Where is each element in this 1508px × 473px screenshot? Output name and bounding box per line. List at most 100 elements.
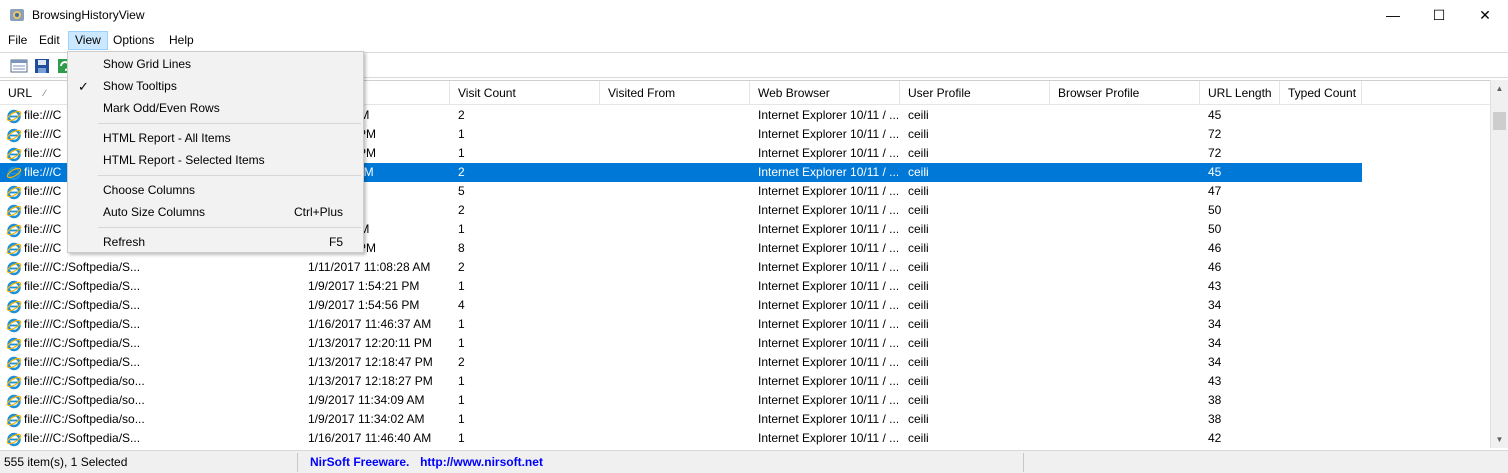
menu-separator <box>98 123 361 124</box>
menu-options[interactable]: Options <box>107 31 160 50</box>
menu-item-show-grid-lines[interactable]: Show Grid Lines <box>70 54 361 75</box>
table-row[interactable]: file:///C:/Softpedia/S... 1/11/2017 11:08… <box>0 258 1362 277</box>
menu-item-shortcut: Ctrl+Plus <box>293 205 343 219</box>
cell-visit-count: 2 <box>458 355 465 369</box>
internet-explorer-icon <box>6 299 22 314</box>
menu-item-label: HTML Report - Selected Items <box>103 153 265 167</box>
menu-file[interactable]: File <box>2 31 33 50</box>
cell-visit-time: 1/9/2017 1:54:21 PM <box>308 279 420 293</box>
cell-typed-count <box>1288 220 1358 239</box>
cell-visit-time: 1/13/2017 12:18:47 PM <box>308 355 433 369</box>
table-row[interactable]: file:///C:/Softpedia/S... 1/13/2017 12:20… <box>0 334 1362 353</box>
nirsoft-link[interactable]: http://www.nirsoft.net <box>420 455 543 469</box>
cell-url: file:///C:/Softpedia/S... <box>24 298 141 312</box>
cell-user-profile: ceili <box>908 127 929 141</box>
cell-user-profile: ceili <box>908 431 929 445</box>
column-header-url-length[interactable]: URL Length <box>1200 81 1280 105</box>
cell-web-browser: Internet Explorer 10/11 / ... <box>758 108 898 122</box>
cell-browser-profile <box>1058 372 1198 391</box>
scroll-down-icon[interactable]: ▼ <box>1491 431 1508 448</box>
cell-user-profile: ceili <box>908 222 929 236</box>
table-row[interactable]: file:///C:/Softpedia/S... 1/13/2017 12:18… <box>0 353 1362 372</box>
cell-visit-count: 1 <box>458 127 465 141</box>
cell-browser-profile <box>1058 258 1198 277</box>
table-row[interactable]: file:///C:/Softpedia/S... 1/16/2017 11:46… <box>0 315 1362 334</box>
table-row[interactable]: file:///C:/Softpedia/S... 1/16/2017 11:46… <box>0 429 1362 448</box>
menu-help[interactable]: Help <box>163 31 200 50</box>
cell-typed-count <box>1288 372 1358 391</box>
cell-typed-count <box>1288 144 1358 163</box>
properties-icon[interactable] <box>10 57 28 75</box>
scroll-up-icon[interactable]: ▲ <box>1491 80 1508 97</box>
maximize-button[interactable]: ☐ <box>1416 0 1462 30</box>
column-header-typed-count[interactable]: Typed Count <box>1280 81 1362 105</box>
menu-item-auto-size-columns[interactable]: Auto Size Columns Ctrl+Plus <box>70 202 361 223</box>
table-row[interactable]: file:///C:/Softpedia/S... 1/9/2017 1:54:5… <box>0 296 1362 315</box>
cell-url-length: 34 <box>1208 317 1222 331</box>
cell-browser-profile <box>1058 201 1198 220</box>
cell-browser-profile <box>1058 125 1198 144</box>
cell-web-browser: Internet Explorer 10/11 / ... <box>758 298 898 312</box>
cell-typed-count <box>1288 125 1358 144</box>
cell-url: file:///C:/Softpedia/S... <box>24 279 141 293</box>
cell-browser-profile <box>1058 106 1198 125</box>
table-row[interactable]: file:///C:/Softpedia/so... 1/13/2017 12:1… <box>0 372 1362 391</box>
column-header-user-profile[interactable]: User Profile <box>900 81 1050 105</box>
cell-browser-profile <box>1058 429 1198 448</box>
column-header-browser-profile[interactable]: Browser Profile <box>1050 81 1200 105</box>
cell-browser-profile <box>1058 334 1198 353</box>
close-button[interactable]: ✕ <box>1462 0 1508 30</box>
menu-separator <box>98 175 361 176</box>
cell-web-browser: Internet Explorer 10/11 / ... <box>758 146 898 160</box>
menu-edit[interactable]: Edit <box>33 31 66 50</box>
cell-browser-profile <box>1058 277 1198 296</box>
cell-visited-from <box>608 258 748 277</box>
internet-explorer-icon <box>6 432 22 447</box>
cell-user-profile: ceili <box>908 165 929 179</box>
internet-explorer-icon <box>6 337 22 352</box>
menu-item-show-tooltips[interactable]: ✓ Show Tooltips <box>70 76 361 97</box>
vertical-scrollbar[interactable]: ▲ ▼ <box>1490 80 1508 448</box>
cell-web-browser: Internet Explorer 10/11 / ... <box>758 203 898 217</box>
cell-url: file:///C:/Softpedia/S... <box>24 336 141 350</box>
cell-user-profile: ceili <box>908 412 929 426</box>
cell-url-length: 34 <box>1208 298 1222 312</box>
cell-user-profile: ceili <box>908 279 929 293</box>
cell-visited-from <box>608 201 748 220</box>
table-row[interactable]: file:///C:/Softpedia/so... 1/9/2017 11:34… <box>0 410 1362 429</box>
menu-item-refresh[interactable]: Refresh F5 <box>70 232 361 253</box>
menu-item-html-report-selected-items[interactable]: HTML Report - Selected Items <box>70 150 361 171</box>
cell-browser-profile <box>1058 220 1198 239</box>
menu-item-mark-odd-even-rows[interactable]: Mark Odd/Even Rows <box>70 98 361 119</box>
menu-item-label: Show Tooltips <box>103 79 177 93</box>
menu-separator <box>98 227 361 228</box>
cell-typed-count <box>1288 410 1358 429</box>
cell-visited-from <box>608 182 748 201</box>
cell-web-browser: Internet Explorer 10/11 / ... <box>758 336 898 350</box>
minimize-button[interactable]: — <box>1370 0 1416 30</box>
cell-visited-from <box>608 315 748 334</box>
menu-item-html-report-all-items[interactable]: HTML Report - All Items <box>70 128 361 149</box>
cell-browser-profile <box>1058 144 1198 163</box>
column-header-visited-from[interactable]: Visited From <box>600 81 750 105</box>
cell-typed-count <box>1288 391 1358 410</box>
column-header-web-browser[interactable]: Web Browser <box>750 81 900 105</box>
internet-explorer-icon <box>6 280 22 295</box>
cell-url-length: 43 <box>1208 279 1222 293</box>
internet-explorer-icon <box>6 204 22 219</box>
cell-user-profile: ceili <box>908 241 929 255</box>
menu-item-choose-columns[interactable]: Choose Columns <box>70 180 361 201</box>
table-row[interactable]: file:///C:/Softpedia/so... 1/9/2017 11:34… <box>0 391 1362 410</box>
internet-explorer-icon <box>6 375 22 390</box>
cell-visited-from <box>608 106 748 125</box>
table-row[interactable]: file:///C:/Softpedia/S... 1/9/2017 1:54:2… <box>0 277 1362 296</box>
menu-item-shortcut: F5 <box>328 235 343 249</box>
save-icon[interactable] <box>33 57 51 75</box>
cell-web-browser: Internet Explorer 10/11 / ... <box>758 260 898 274</box>
cell-url-length: 46 <box>1208 241 1222 255</box>
menu-view[interactable]: View <box>68 31 108 50</box>
column-header-visit-count[interactable]: Visit Count <box>450 81 600 105</box>
scroll-thumb[interactable] <box>1493 112 1506 130</box>
cell-url-length: 45 <box>1208 108 1222 122</box>
cell-url-length: 46 <box>1208 260 1222 274</box>
